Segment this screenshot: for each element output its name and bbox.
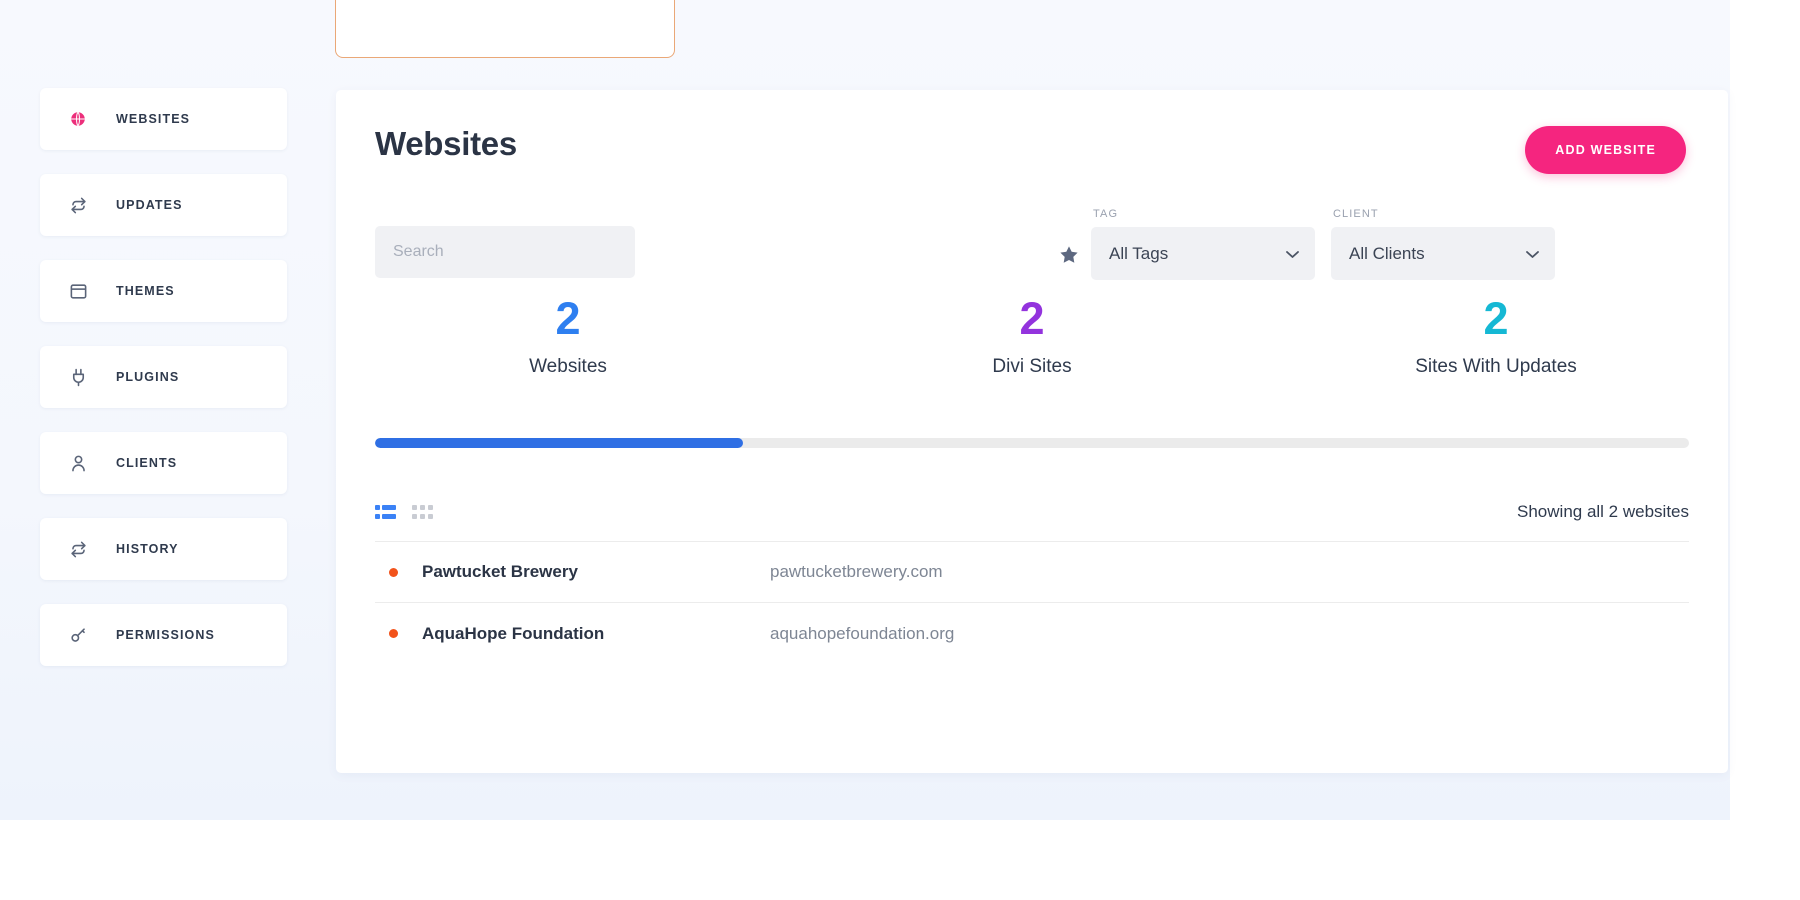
websites-panel: Websites ADD WEBSITE TAG All Tags — [336, 90, 1728, 773]
clipped-top-panel — [335, 0, 675, 58]
star-icon[interactable] — [1058, 244, 1080, 266]
sidebar-item-clients[interactable]: CLIENTS — [40, 432, 287, 494]
client-filter-group: CLIENT All Clients — [1331, 208, 1555, 280]
list-view-icon[interactable] — [375, 504, 397, 520]
website-list: Pawtucket Brewery pawtucketbrewery.com A… — [375, 542, 1689, 664]
table-row[interactable]: Pawtucket Brewery pawtucketbrewery.com — [375, 542, 1689, 603]
sidebar-item-label: UPDATES — [116, 198, 183, 212]
globe-icon — [66, 107, 90, 131]
sidebar-item-websites[interactable]: WEBSITES — [40, 88, 287, 150]
panel-header: Websites ADD WEBSITE — [336, 90, 1728, 200]
sidebar-item-history[interactable]: HISTORY — [40, 518, 287, 580]
chevron-down-icon — [1286, 247, 1299, 260]
sidebar-item-themes[interactable]: THEMES — [40, 260, 287, 322]
table-row[interactable]: AquaHope Foundation aquahopefoundation.o… — [375, 603, 1689, 664]
showing-count-text: Showing all 2 websites — [1517, 502, 1689, 522]
stat-sites-with-updates: 2 Sites With Updates — [1264, 295, 1728, 378]
sidebar-item-label: WEBSITES — [116, 112, 190, 126]
refresh-icon — [66, 537, 90, 561]
tag-filter-caption: TAG — [1093, 208, 1315, 220]
tag-filter-value: All Tags — [1109, 244, 1168, 264]
stats-row: 2 Websites 2 Divi Sites 2 Sites With Upd… — [336, 295, 1728, 378]
client-filter-caption: CLIENT — [1333, 208, 1555, 220]
status-badge — [389, 568, 398, 577]
status-badge — [389, 629, 398, 638]
stat-label: Websites — [336, 356, 800, 378]
user-icon — [66, 451, 90, 475]
website-url[interactable]: aquahopefoundation.org — [770, 624, 954, 644]
page-title: Websites — [375, 125, 517, 163]
stat-divi-sites: 2 Divi Sites — [800, 295, 1264, 378]
tag-filter-select[interactable]: All Tags — [1091, 227, 1315, 280]
website-name: AquaHope Foundation — [422, 624, 770, 644]
sidebar-item-label: PLUGINS — [116, 370, 179, 384]
client-filter-select[interactable]: All Clients — [1331, 227, 1555, 280]
stat-websites: 2 Websites — [336, 295, 800, 378]
screen: WEBSITES UPDATES THEMES — [0, 0, 1800, 900]
window-icon — [66, 279, 90, 303]
key-icon — [66, 623, 90, 647]
sidebar-item-label: CLIENTS — [116, 456, 177, 470]
sidebar-item-updates[interactable]: UPDATES — [40, 174, 287, 236]
sidebar-item-permissions[interactable]: PERMISSIONS — [40, 604, 287, 666]
plug-icon — [66, 365, 90, 389]
sidebar: WEBSITES UPDATES THEMES — [40, 88, 287, 690]
sidebar-item-label: THEMES — [116, 284, 175, 298]
website-name: Pawtucket Brewery — [422, 562, 770, 582]
add-website-button[interactable]: ADD WEBSITE — [1525, 126, 1686, 174]
grid-view-icon[interactable] — [412, 504, 434, 520]
filter-row: TAG All Tags CLIENT All Clients — [336, 198, 1728, 288]
list-toolbar: Showing all 2 websites — [375, 482, 1689, 542]
refresh-icon — [66, 193, 90, 217]
sidebar-item-label: HISTORY — [116, 542, 179, 556]
stat-label: Sites With Updates — [1264, 356, 1728, 378]
stat-value: 2 — [1264, 295, 1728, 342]
view-toggle-group — [375, 504, 434, 520]
chevron-down-icon — [1526, 247, 1539, 260]
progress-bar-fill — [375, 438, 743, 448]
search-input[interactable] — [375, 226, 635, 278]
stat-value: 2 — [336, 295, 800, 342]
stat-value: 2 — [800, 295, 1264, 342]
sidebar-item-plugins[interactable]: PLUGINS — [40, 346, 287, 408]
stat-label: Divi Sites — [800, 356, 1264, 378]
progress-bar — [375, 438, 1689, 448]
sidebar-item-label: PERMISSIONS — [116, 628, 215, 642]
client-filter-value: All Clients — [1349, 244, 1425, 264]
website-url[interactable]: pawtucketbrewery.com — [770, 562, 943, 582]
tag-filter-group: TAG All Tags — [1091, 208, 1315, 280]
